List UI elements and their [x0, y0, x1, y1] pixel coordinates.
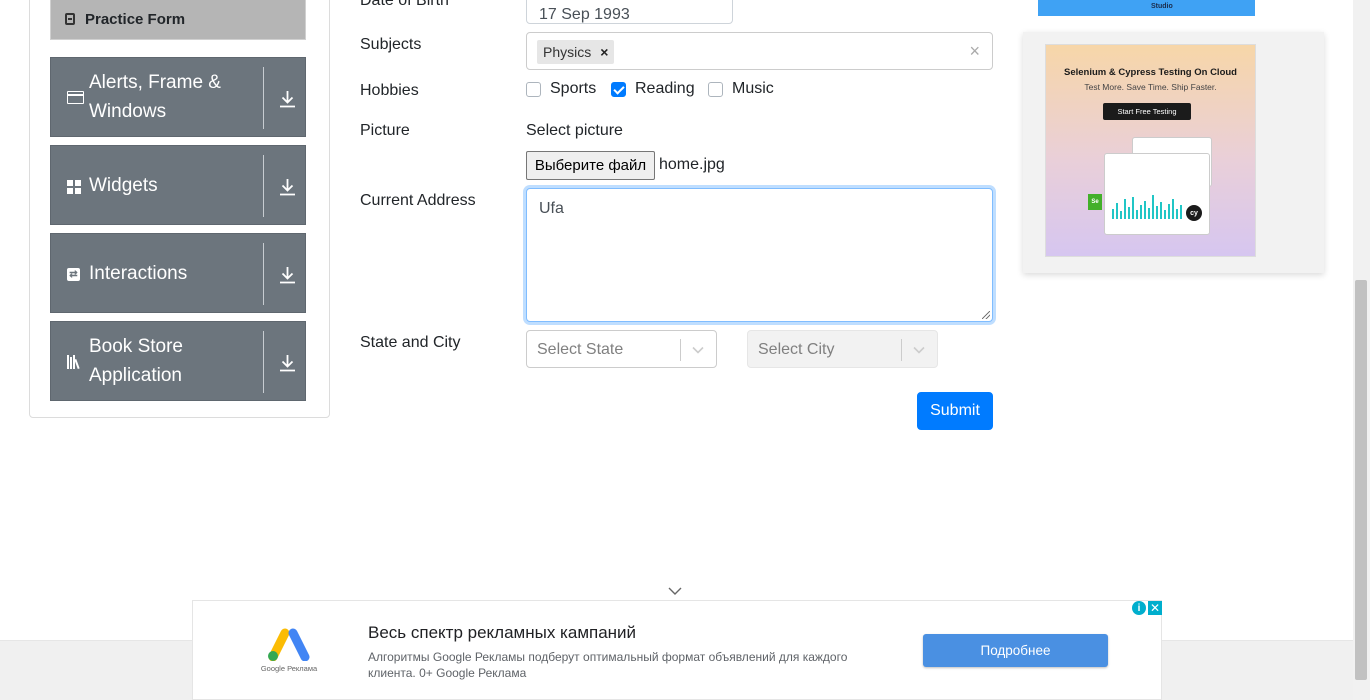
ad-card[interactable]: Selenium & Cypress Testing On Cloud Test…	[1045, 44, 1256, 257]
download-icon[interactable]	[279, 266, 296, 284]
chevron-down-icon[interactable]	[691, 343, 705, 357]
hobby-music-checkbox[interactable]	[708, 82, 723, 97]
subject-chip: Physics ×	[537, 40, 615, 64]
download-icon[interactable]	[279, 178, 296, 196]
city-select[interactable]: Select City	[747, 330, 938, 368]
sidebar-item-practice-form[interactable]: Practice Form	[50, 0, 306, 40]
current-address-textarea[interactable]: Ufa	[526, 188, 993, 322]
hobby-sports-checkbox[interactable]	[526, 82, 541, 97]
download-icon[interactable]	[279, 354, 296, 372]
sidebar-item-label: Practice Form	[85, 10, 186, 28]
dob-label: Date of Birth	[360, 0, 449, 9]
hobby-sports-label[interactable]: Sports	[550, 80, 596, 98]
ad-more-button[interactable]: Подробнее	[923, 634, 1108, 667]
submit-button[interactable]: Submit	[917, 392, 993, 430]
scrollbar-thumb[interactable]	[1355, 280, 1367, 680]
ad-banner-top[interactable]: Studio	[1038, 0, 1255, 16]
sidebar-group-alerts[interactable]: Alerts, Frame & Windows	[50, 57, 306, 137]
divider	[263, 67, 264, 129]
window-icon	[67, 91, 84, 106]
sidebar-group-label: Widgets	[89, 174, 158, 196]
book-icon	[67, 355, 84, 370]
chevron-down-icon[interactable]	[668, 586, 682, 596]
divider	[680, 339, 681, 361]
clear-icon[interactable]: ×	[969, 40, 980, 62]
dob-value: 17 Sep 1993	[539, 6, 630, 23]
cypress-badge: cy	[1186, 205, 1202, 221]
sidebar-group-label: Alerts, Frame & Windows	[89, 72, 221, 122]
ad-close-icon[interactable]: ✕	[1148, 601, 1162, 615]
sidebar-group-interactions[interactable]: ⇄ Interactions	[50, 233, 306, 313]
ad-start-button[interactable]: Start Free Testing	[1103, 103, 1191, 120]
current-address-label: Current Address	[360, 192, 476, 209]
ad-subtitle: Test More. Save Time. Ship Faster.	[1084, 82, 1217, 92]
ad-info-icon[interactable]: i	[1132, 601, 1146, 615]
choose-file-button[interactable]: Выберите файл	[526, 151, 655, 180]
sidebar-group-label: Interactions	[89, 262, 188, 284]
picture-label: Picture	[360, 122, 410, 139]
chevron-down-icon[interactable]	[912, 343, 926, 357]
hobbies-label: Hobbies	[360, 82, 419, 99]
bottom-ad-banner[interactable]: Google Реклама Весь спектр рекламных кам…	[192, 600, 1162, 700]
state-placeholder: Select State	[537, 341, 624, 358]
hobby-music-label[interactable]: Music	[732, 80, 774, 98]
ad-description: Алгоритмы Google Рекламы подберут оптима…	[368, 650, 848, 680]
ad-strip-text: Studio	[1151, 3, 1173, 10]
subjects-label: Subjects	[360, 36, 422, 53]
divider	[263, 331, 264, 393]
state-city-label: State and City	[360, 334, 461, 351]
address-value: Ufa	[539, 200, 564, 217]
divider	[901, 339, 902, 361]
hobby-reading-checkbox[interactable]	[611, 82, 626, 97]
file-name: home.jpg	[659, 156, 725, 173]
interactions-icon: ⇄	[67, 268, 84, 283]
subjects-input[interactable]: Physics × ×	[526, 32, 993, 70]
divider	[263, 155, 264, 217]
city-placeholder: Select City	[758, 341, 835, 358]
form-icon	[65, 13, 75, 25]
subject-chip-label: Physics	[543, 44, 592, 60]
sidebar-group-widgets[interactable]: Widgets	[50, 145, 306, 225]
download-icon[interactable]	[279, 90, 296, 108]
divider	[263, 243, 264, 305]
ad-headline[interactable]: Весь спектр рекламных кампаний	[368, 623, 636, 643]
picture-hint: Select picture	[526, 122, 623, 139]
hobby-reading-label[interactable]: Reading	[635, 80, 695, 98]
widgets-icon	[67, 180, 84, 195]
date-of-birth-input[interactable]: 17 Sep 1993	[526, 0, 733, 24]
google-ads-logo-icon	[268, 628, 310, 661]
ad-sidebar[interactable]: Selenium & Cypress Testing On Cloud Test…	[1023, 32, 1324, 273]
sidebar-group-label: Book Store Application	[89, 336, 183, 386]
sidebar-group-book-store[interactable]: Book Store Application	[50, 321, 306, 401]
remove-chip-icon[interactable]: ×	[596, 44, 614, 60]
resize-handle[interactable]	[982, 311, 990, 319]
state-select[interactable]: Select State	[526, 330, 717, 368]
ad-title: Selenium & Cypress Testing On Cloud	[1064, 67, 1237, 78]
google-ads-logo-text: Google Реклама	[260, 664, 318, 673]
selenium-badge: Se	[1088, 194, 1102, 210]
